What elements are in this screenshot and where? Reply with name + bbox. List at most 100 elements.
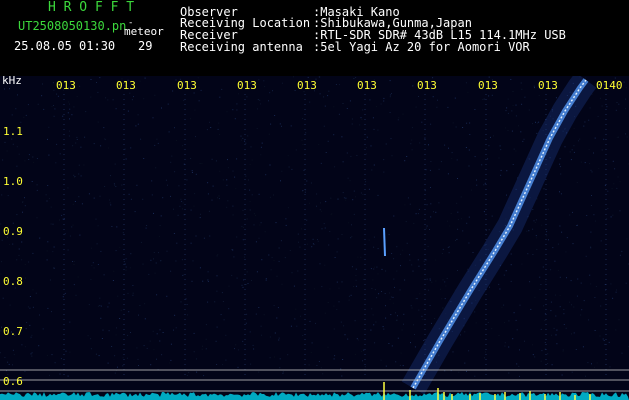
noise-speckle — [190, 118, 191, 120]
noise-speckle — [41, 95, 43, 97]
noise-speckle — [515, 104, 517, 106]
noise-speckle — [216, 364, 218, 365]
noise-speckle — [127, 292, 129, 294]
noise-speckle — [604, 343, 606, 345]
noise-speckle — [444, 144, 446, 146]
noise-speckle — [93, 267, 95, 269]
noise-speckle — [360, 256, 362, 258]
noise-speckle — [114, 372, 116, 374]
noise-speckle — [553, 327, 555, 329]
noise-speckle — [263, 314, 265, 316]
noise-speckle — [321, 210, 322, 212]
noise-speckle — [132, 294, 134, 296]
noise-speckle — [411, 149, 413, 151]
noise-speckle — [442, 279, 444, 281]
noise-speckle — [305, 132, 307, 134]
noise-speckle — [168, 131, 170, 133]
noise-speckle — [278, 339, 280, 341]
noise-speckle — [132, 292, 134, 294]
noise-speckle — [90, 348, 92, 350]
noise-speckle — [513, 312, 515, 314]
noise-speckle — [383, 159, 385, 161]
noise-speckle — [337, 238, 339, 240]
noise-speckle — [585, 77, 587, 79]
noise-speckle — [244, 256, 246, 258]
noise-speckle — [191, 280, 193, 282]
noise-speckle — [142, 263, 144, 265]
noise-speckle — [137, 114, 139, 116]
noise-speckle — [107, 306, 109, 308]
noise-speckle — [431, 281, 433, 283]
noise-speckle — [270, 123, 272, 125]
noise-speckle — [156, 294, 158, 296]
noise-speckle — [160, 215, 162, 217]
noise-speckle — [396, 319, 398, 321]
noise-speckle — [207, 193, 209, 195]
noise-speckle — [90, 96, 92, 98]
noise-speckle — [474, 156, 476, 158]
noise-speckle — [556, 329, 558, 331]
noise-speckle — [485, 351, 486, 353]
noise-speckle — [394, 286, 395, 288]
noise-speckle — [618, 319, 620, 321]
noise-speckle — [515, 150, 517, 152]
noise-speckle — [389, 94, 391, 96]
noise-speckle — [25, 114, 27, 116]
noise-speckle — [550, 301, 552, 303]
noise-speckle — [533, 85, 535, 87]
noise-speckle — [282, 372, 284, 374]
noise-speckle — [503, 274, 505, 276]
noise-speckle — [117, 366, 118, 368]
noise-speckle — [12, 222, 14, 224]
noise-speckle — [504, 342, 506, 344]
noise-speckle — [251, 194, 253, 196]
noise-speckle — [234, 348, 235, 350]
noise-speckle — [151, 194, 153, 196]
freq-tick-label: 0.8 — [3, 275, 23, 288]
noise-speckle — [448, 246, 450, 248]
noise-speckle — [600, 305, 602, 307]
noise-speckle — [383, 328, 385, 330]
noise-speckle — [591, 195, 592, 196]
noise-speckle — [146, 225, 148, 226]
noise-speckle — [216, 255, 218, 257]
noise-speckle — [269, 196, 271, 198]
noise-speckle — [54, 108, 56, 110]
noise-speckle — [618, 103, 620, 105]
noise-speckle — [159, 329, 161, 331]
noise-speckle — [316, 365, 318, 366]
noise-speckle — [512, 164, 514, 165]
noise-speckle — [216, 326, 218, 328]
noise-speckle — [612, 214, 614, 216]
noise-speckle — [16, 146, 18, 148]
noise-speckle — [88, 304, 90, 306]
noise-speckle — [342, 103, 344, 104]
noise-speckle — [491, 215, 493, 217]
noise-speckle — [227, 159, 228, 161]
noise-speckle — [45, 194, 47, 196]
noise-speckle — [129, 92, 131, 94]
noise-speckle — [442, 248, 444, 250]
noise-speckle — [64, 292, 66, 294]
noise-speckle — [109, 199, 110, 201]
noise-speckle — [534, 87, 535, 89]
noise-speckle — [348, 299, 350, 301]
noise-speckle — [488, 229, 490, 231]
noise-speckle — [78, 164, 80, 166]
noise-speckle — [241, 284, 243, 286]
time-tick-label: 013 — [56, 79, 76, 92]
noise-speckle — [586, 215, 588, 216]
noise-speckle — [46, 354, 48, 356]
noise-speckle — [249, 200, 251, 202]
noise-speckle — [569, 151, 571, 153]
noise-speckle — [325, 201, 327, 203]
noise-speckle — [176, 242, 178, 244]
noise-speckle — [535, 219, 537, 221]
noise-speckle — [573, 151, 575, 153]
antenna-value: :5el Yagi Az 20 for Aomori VOR — [313, 40, 530, 54]
noise-speckle — [217, 254, 219, 256]
noise-speckle — [218, 122, 220, 124]
noise-speckle — [371, 308, 373, 310]
noise-speckle — [347, 177, 349, 179]
noise-speckle — [175, 140, 177, 141]
